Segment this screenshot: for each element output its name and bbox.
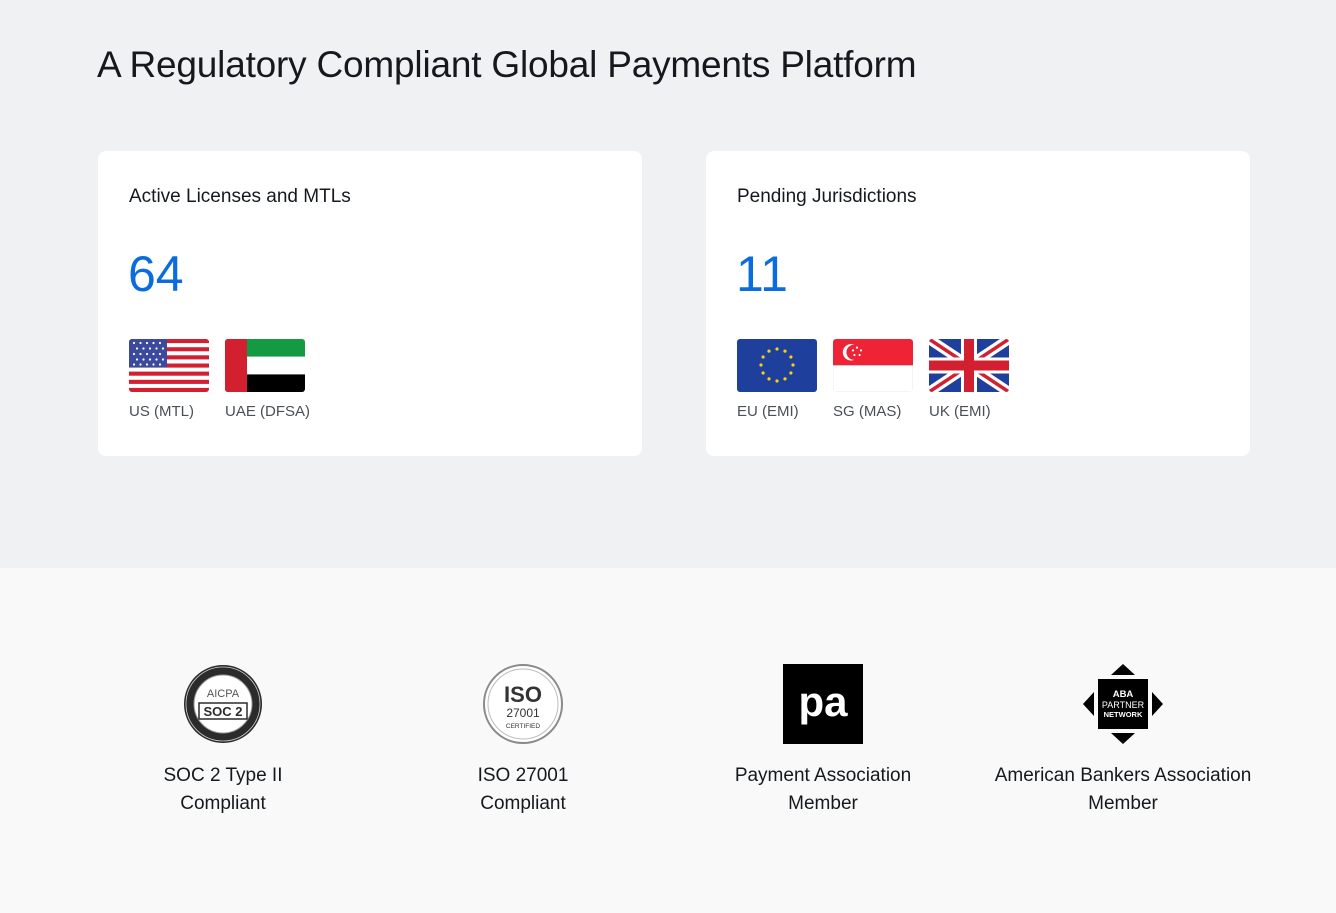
iso-badge-icon: ISO 27001 CERTIFIED	[483, 664, 563, 744]
flag-item-uk: UK (EMI)	[929, 339, 1025, 420]
flag-item-us: US (MTL)	[129, 339, 225, 420]
badge-name: ISO 27001	[477, 765, 569, 786]
card-title: Active Licenses and MTLs	[129, 186, 351, 207]
svg-text:SOC 2: SOC 2	[203, 704, 242, 719]
uae-flag-icon	[225, 339, 305, 392]
active-licenses-card: Active Licenses and MTLs 64 US (MTL) UAE…	[98, 151, 642, 456]
svg-text:AICPA: AICPA	[207, 688, 240, 700]
svg-text:ABA: ABA	[1113, 689, 1134, 700]
badge-status: Compliant	[180, 793, 266, 814]
regulatory-section: A Regulatory Compliant Global Payments P…	[0, 0, 1336, 568]
page-title: A Regulatory Compliant Global Payments P…	[97, 44, 917, 85]
badge-status: Compliant	[480, 793, 566, 814]
svg-text:NETWORK: NETWORK	[1104, 710, 1143, 719]
flag-label: EU (EMI)	[737, 403, 799, 420]
flag-label: US (MTL)	[129, 403, 194, 420]
flag-item-uae: UAE (DFSA)	[225, 339, 321, 420]
payment-association-logo-icon: pa	[783, 664, 863, 744]
badge-name: SOC 2 Type II	[163, 765, 283, 786]
iso-badge: ISO 27001 CERTIFIED ISO 27001 Compliant	[373, 664, 673, 818]
payment-association-badge: pa Payment Association Member	[673, 664, 973, 818]
svg-text:CERTIFIED: CERTIFIED	[506, 723, 540, 730]
flag-item-sg: SG (MAS)	[833, 339, 929, 420]
eu-flag-icon	[737, 339, 817, 392]
svg-text:27001: 27001	[506, 706, 540, 720]
pending-jurisdictions-card: Pending Jurisdictions 11 EU (EMI) SG (MA…	[706, 151, 1250, 456]
pending-jurisdictions-count: 11	[736, 246, 788, 302]
badge-status: Member	[1088, 793, 1158, 814]
flag-list: US (MTL) UAE (DFSA)	[129, 339, 321, 420]
uk-flag-icon	[929, 339, 1009, 392]
svg-text:pa: pa	[798, 678, 848, 725]
flag-label: UK (EMI)	[929, 403, 991, 420]
aba-partner-network-logo-icon: ABA PARTNER NETWORK	[1083, 664, 1163, 744]
us-flag-icon	[129, 339, 209, 392]
card-title: Pending Jurisdictions	[737, 186, 917, 207]
flag-item-eu: EU (EMI)	[737, 339, 833, 420]
flag-label: SG (MAS)	[833, 403, 902, 420]
badge-name: American Bankers Association	[994, 765, 1252, 786]
soc2-badge-icon: AICPA SOC 2	[183, 664, 263, 744]
active-licenses-count: 64	[128, 246, 184, 302]
sg-flag-icon	[833, 339, 913, 392]
badge-status: Member	[788, 793, 858, 814]
flag-list: EU (EMI) SG (MAS) UK (EMI)	[737, 339, 1025, 420]
badge-name: Payment Association	[734, 765, 912, 786]
svg-text:ISO: ISO	[504, 682, 542, 707]
certifications-section: AICPA SOC 2 SOC 2 Type II Compliant ISO …	[0, 568, 1336, 913]
soc2-badge: AICPA SOC 2 SOC 2 Type II Compliant	[73, 664, 373, 818]
flag-label: UAE (DFSA)	[225, 403, 311, 420]
aba-badge: ABA PARTNER NETWORK American Bankers Ass…	[973, 664, 1273, 818]
svg-text:PARTNER: PARTNER	[1102, 700, 1145, 710]
